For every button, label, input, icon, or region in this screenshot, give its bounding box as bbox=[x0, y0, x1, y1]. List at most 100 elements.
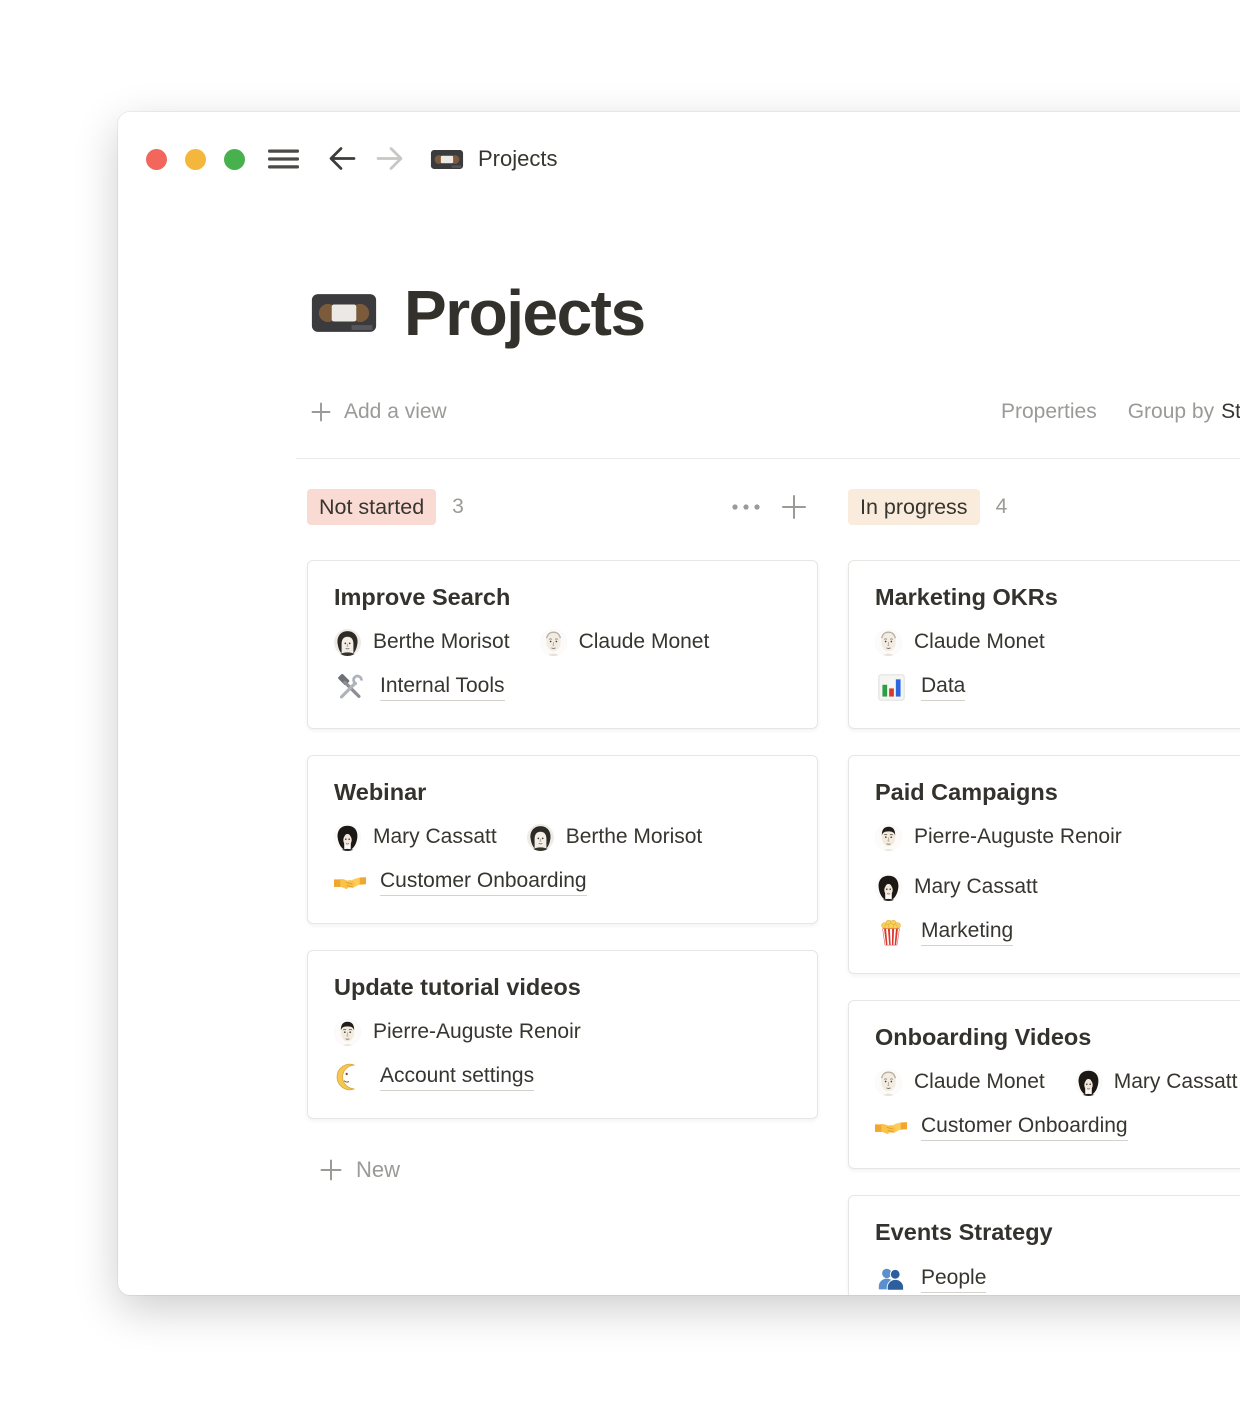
minimize-window-button[interactable] bbox=[185, 149, 206, 170]
person-name: Berthe Morisot bbox=[566, 825, 703, 849]
card-title: Improve Search bbox=[334, 582, 791, 612]
relation-link-customer-onboarding[interactable]: Customer Onboarding bbox=[921, 1114, 1128, 1141]
relation-link-customer-onboarding[interactable]: Customer Onboarding bbox=[380, 869, 587, 896]
person-name: Claude Monet bbox=[914, 630, 1045, 654]
person-name: Mary Cassatt bbox=[1114, 1070, 1238, 1094]
board-column-in-progress: In progress 4 Marketing OKRs Claude Monet Da… bbox=[848, 488, 1240, 1295]
person-mary-cassatt: Mary Cassatt bbox=[334, 823, 497, 851]
person-name: Pierre-Auguste Renoir bbox=[914, 825, 1122, 849]
relation-row: Customer Onboarding bbox=[334, 866, 791, 898]
close-window-button[interactable] bbox=[146, 149, 167, 170]
zoom-window-button[interactable] bbox=[224, 149, 245, 170]
person-name: Claude Monet bbox=[914, 1070, 1045, 1094]
avatar-pierre-auguste-renoir bbox=[875, 824, 902, 851]
window-controls bbox=[146, 149, 245, 170]
person-claude-monet: Claude Monet bbox=[875, 628, 1045, 656]
card-improve-search[interactable]: Improve Search Berthe MorisotClaude Monet… bbox=[307, 560, 818, 729]
avatar-pierre-auguste-renoir bbox=[334, 1019, 361, 1046]
add-view-button[interactable]: Add a view bbox=[310, 400, 447, 424]
column-count: 3 bbox=[452, 495, 464, 519]
avatar-claude-monet bbox=[540, 629, 567, 656]
app-window: Projects Projects Add a view Properties … bbox=[118, 112, 1240, 1295]
group-by-button[interactable]: Group by Status bbox=[1128, 400, 1240, 424]
card-title: Marketing OKRs bbox=[875, 582, 1240, 612]
person-berthe-morisot: Berthe Morisot bbox=[527, 823, 703, 851]
board-column-not-started: Not started 3 Improve Search Berthe Morisot… bbox=[307, 488, 818, 1295]
column-count: 4 bbox=[996, 495, 1008, 519]
forward-arrow-icon[interactable] bbox=[375, 145, 405, 172]
assignee-list: Berthe MorisotClaude Monet bbox=[334, 628, 791, 656]
group-by-value: Status bbox=[1221, 400, 1240, 423]
relation-link-data[interactable]: Data bbox=[921, 674, 965, 701]
avatar-berthe-morisot bbox=[527, 824, 554, 851]
properties-button[interactable]: Properties bbox=[1001, 400, 1097, 424]
person-mary-cassatt: Mary Cassatt bbox=[875, 873, 1240, 901]
relation-row: Customer Onboarding bbox=[875, 1111, 1240, 1143]
page-title[interactable]: Projects bbox=[404, 276, 645, 350]
card-title: Events Strategy bbox=[875, 1217, 1240, 1247]
card-paid-campaigns[interactable]: Paid Campaigns Pierre-Auguste Renoir Mary … bbox=[848, 755, 1240, 974]
avatar-mary-cassatt bbox=[1075, 1069, 1102, 1096]
assignee-list: Pierre-Auguste Renoir Mary Cassatt bbox=[875, 823, 1240, 901]
person-mary-cassatt: Mary Cassatt bbox=[1075, 1068, 1238, 1096]
person-name: Mary Cassatt bbox=[914, 875, 1038, 899]
people-icon bbox=[875, 1264, 907, 1294]
breadcrumb-page-title[interactable]: Projects bbox=[478, 146, 557, 172]
view-actions: Properties Group by Status bbox=[1001, 400, 1240, 424]
window-toolbar: Projects bbox=[118, 112, 1240, 178]
avatar-mary-cassatt bbox=[875, 874, 902, 901]
card-webinar[interactable]: Webinar Mary Cassatt Berthe Morisot Custome… bbox=[307, 755, 818, 924]
group-by-label: Group by bbox=[1128, 400, 1214, 423]
avatar-berthe-morisot bbox=[334, 629, 361, 656]
popcorn-icon bbox=[875, 917, 907, 947]
card-title: Update tutorial videos bbox=[334, 972, 791, 1002]
status-badge-in-progress[interactable]: In progress bbox=[848, 489, 980, 525]
vhs-tape-icon[interactable] bbox=[310, 290, 378, 336]
add-view-label: Add a view bbox=[344, 400, 447, 424]
relation-link-internal-tools[interactable]: Internal Tools bbox=[380, 674, 505, 701]
new-card-label: New bbox=[356, 1157, 400, 1183]
assignee-list: Claude Monet Mary Cassatt bbox=[875, 1068, 1240, 1096]
handshake-icon bbox=[875, 1115, 907, 1140]
person-name: Berthe Morisot bbox=[373, 630, 510, 654]
column-header: Not started 3 bbox=[307, 488, 818, 526]
relation-row: Internal Tools bbox=[334, 671, 791, 703]
ellipsis-icon[interactable] bbox=[730, 503, 762, 511]
status-badge-not-started[interactable]: Not started bbox=[307, 489, 436, 525]
relation-row: People bbox=[875, 1263, 1240, 1295]
relation-link-people[interactable]: People bbox=[921, 1266, 986, 1293]
card-title: Webinar bbox=[334, 777, 791, 807]
hamburger-menu-icon[interactable] bbox=[268, 147, 299, 171]
card-update-tutorial-videos[interactable]: Update tutorial videos Pierre-Auguste Ren… bbox=[307, 950, 818, 1119]
board: Not started 3 Improve Search Berthe Morisot… bbox=[307, 488, 1240, 1295]
person-name: Mary Cassatt bbox=[373, 825, 497, 849]
person-berthe-morisot: Berthe Morisot bbox=[334, 628, 510, 656]
add-card-icon[interactable] bbox=[780, 493, 808, 521]
relation-link-marketing[interactable]: Marketing bbox=[921, 919, 1013, 946]
hammer-wrench-icon bbox=[334, 672, 366, 702]
person-pierre-auguste-renoir: Pierre-Auguste Renoir bbox=[875, 823, 1240, 851]
assignee-list: Pierre-Auguste Renoir bbox=[334, 1018, 791, 1046]
card-onboarding-videos[interactable]: Onboarding Videos Claude Monet Mary Cassat… bbox=[848, 1000, 1240, 1169]
view-bar: Add a view Properties Group by Status bbox=[310, 398, 1240, 432]
relation-link-account-settings[interactable]: Account settings bbox=[380, 1064, 534, 1091]
card-title: Paid Campaigns bbox=[875, 777, 1240, 807]
relation-row: Marketing bbox=[875, 916, 1240, 948]
person-pierre-auguste-renoir: Pierre-Auguste Renoir bbox=[334, 1018, 581, 1046]
back-arrow-icon[interactable] bbox=[327, 145, 357, 172]
plus-icon bbox=[319, 1158, 343, 1182]
plus-icon bbox=[310, 401, 332, 423]
card-events-strategy[interactable]: Events Strategy People bbox=[848, 1195, 1240, 1295]
handshake-icon bbox=[334, 870, 366, 895]
card-marketing-okrs[interactable]: Marketing OKRs Claude Monet Data bbox=[848, 560, 1240, 729]
vhs-tape-icon bbox=[430, 148, 464, 171]
crescent-moon-icon bbox=[334, 1063, 366, 1091]
card-title: Onboarding Videos bbox=[875, 1022, 1240, 1052]
avatar-mary-cassatt bbox=[334, 824, 361, 851]
new-card-button[interactable]: New bbox=[319, 1157, 818, 1183]
desktop-background: Projects Projects Add a view Properties … bbox=[0, 0, 1240, 1414]
avatar-claude-monet bbox=[875, 629, 902, 656]
page-header: Projects bbox=[310, 276, 645, 350]
bar-chart-icon bbox=[875, 673, 907, 702]
divider bbox=[296, 458, 1240, 459]
